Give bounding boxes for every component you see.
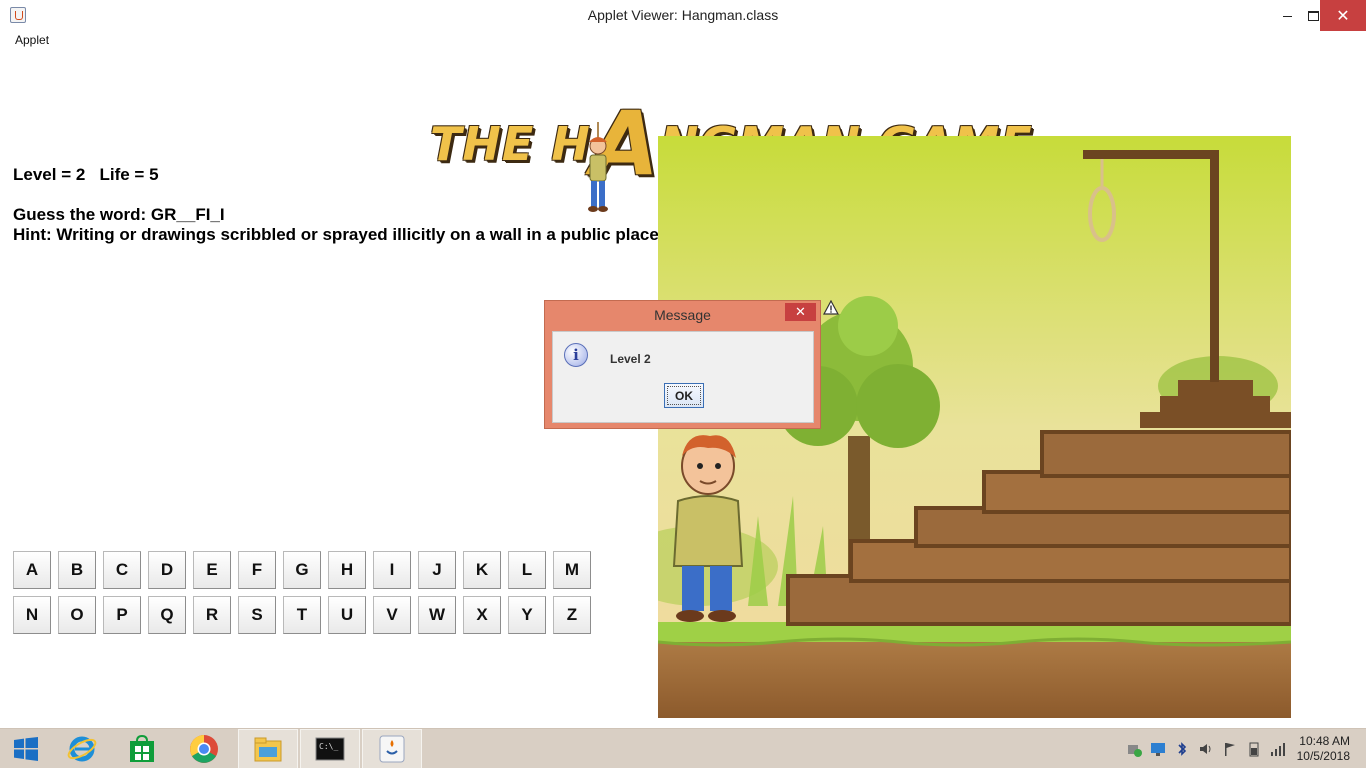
network-monitor-icon[interactable] — [1150, 741, 1166, 757]
key-s[interactable]: S — [238, 596, 276, 634]
taskbar-command-prompt[interactable]: C:\_ — [300, 729, 360, 768]
key-g[interactable]: G — [283, 551, 321, 589]
key-z[interactable]: Z — [553, 596, 591, 634]
start-button[interactable] — [0, 729, 52, 768]
key-k[interactable]: K — [463, 551, 501, 589]
svg-text:C:\_: C:\_ — [319, 742, 338, 751]
key-x[interactable]: X — [463, 596, 501, 634]
chrome-icon — [190, 735, 218, 763]
internet-explorer-icon — [67, 736, 97, 762]
key-l[interactable]: L — [508, 551, 546, 589]
taskbar: C:\_ 10:48 AM 10/5/2018 — [0, 728, 1366, 768]
warning-icon — [823, 300, 839, 315]
taskbar-store[interactable] — [112, 729, 172, 768]
hanging-man-logo-icon — [588, 122, 608, 212]
key-e[interactable]: E — [193, 551, 231, 589]
taskbar-java[interactable] — [362, 729, 422, 768]
signal-icon[interactable] — [1270, 741, 1286, 757]
taskbar-internet-explorer[interactable] — [52, 729, 112, 768]
window-title: Applet Viewer: Hangman.class — [587, 7, 779, 23]
taskbar-clock[interactable]: 10:48 AM 10/5/2018 — [1290, 734, 1350, 764]
dialog-close-button[interactable]: ✕ — [785, 303, 816, 321]
battery-icon[interactable] — [1246, 741, 1262, 757]
windows-logo-icon — [14, 737, 38, 761]
dialog-message: Level 2 — [610, 352, 651, 366]
menu-applet[interactable]: Applet — [15, 33, 49, 47]
clock-date: 10/5/2018 — [1296, 749, 1350, 763]
key-d[interactable]: D — [148, 551, 186, 589]
key-f[interactable]: F — [238, 551, 276, 589]
java-icon — [379, 735, 405, 763]
game-title-logo: THE HANGMAN GAME — [430, 78, 1032, 195]
key-u[interactable]: U — [328, 596, 366, 634]
key-h[interactable]: H — [328, 551, 366, 589]
info-icon: i — [564, 343, 588, 367]
key-w[interactable]: W — [418, 596, 456, 634]
bluetooth-icon[interactable] — [1174, 741, 1190, 757]
key-r[interactable]: R — [193, 596, 231, 634]
letter-keyboard: A B C D E F G H I J K L M N O P Q R S T … — [13, 551, 603, 641]
key-c[interactable]: C — [103, 551, 141, 589]
key-v[interactable]: V — [373, 596, 411, 634]
menu-bar: Applet — [0, 31, 1366, 51]
taskbar-chrome[interactable] — [174, 729, 234, 768]
message-dialog: Message ✕ i Level 2 OK — [544, 300, 821, 429]
dialog-title: Message — [654, 307, 711, 323]
key-j[interactable]: J — [418, 551, 456, 589]
hint-label: Hint: Writing or drawings scribbled or s… — [13, 225, 664, 244]
guess-word-label: Guess the word: GR__FI_I — [13, 205, 225, 224]
close-icon: ✕ — [1336, 7, 1350, 25]
key-p[interactable]: P — [103, 596, 141, 634]
screen: Applet Viewer: Hangman.class ✕ Applet TH… — [0, 0, 1366, 768]
title-bar: Applet Viewer: Hangman.class ✕ — [0, 0, 1366, 32]
close-icon: ✕ — [795, 304, 806, 319]
security-icon[interactable] — [1126, 741, 1142, 757]
system-tray — [1126, 741, 1286, 757]
key-o[interactable]: O — [58, 596, 96, 634]
key-m[interactable]: M — [553, 551, 591, 589]
volume-icon[interactable] — [1198, 741, 1214, 757]
key-a[interactable]: A — [13, 551, 51, 589]
maximize-icon — [1307, 10, 1319, 21]
file-explorer-icon — [254, 737, 282, 762]
ok-button[interactable]: OK — [664, 383, 704, 408]
key-b[interactable]: B — [58, 551, 96, 589]
command-prompt-icon: C:\_ — [315, 737, 345, 761]
level-life-status: Level = 2 Life = 5 — [13, 165, 159, 184]
game-title-part1: THE H — [430, 117, 591, 171]
dialog-body: i Level 2 OK — [552, 331, 814, 423]
key-n[interactable]: N — [13, 596, 51, 634]
taskbar-file-explorer[interactable] — [238, 729, 298, 768]
key-i[interactable]: I — [373, 551, 411, 589]
key-y[interactable]: Y — [508, 596, 546, 634]
clock-time: 10:48 AM — [1299, 734, 1350, 748]
key-t[interactable]: T — [283, 596, 321, 634]
store-icon — [130, 735, 154, 762]
action-center-flag-icon[interactable] — [1222, 741, 1238, 757]
key-q[interactable]: Q — [148, 596, 186, 634]
close-button[interactable]: ✕ — [1320, 0, 1366, 31]
